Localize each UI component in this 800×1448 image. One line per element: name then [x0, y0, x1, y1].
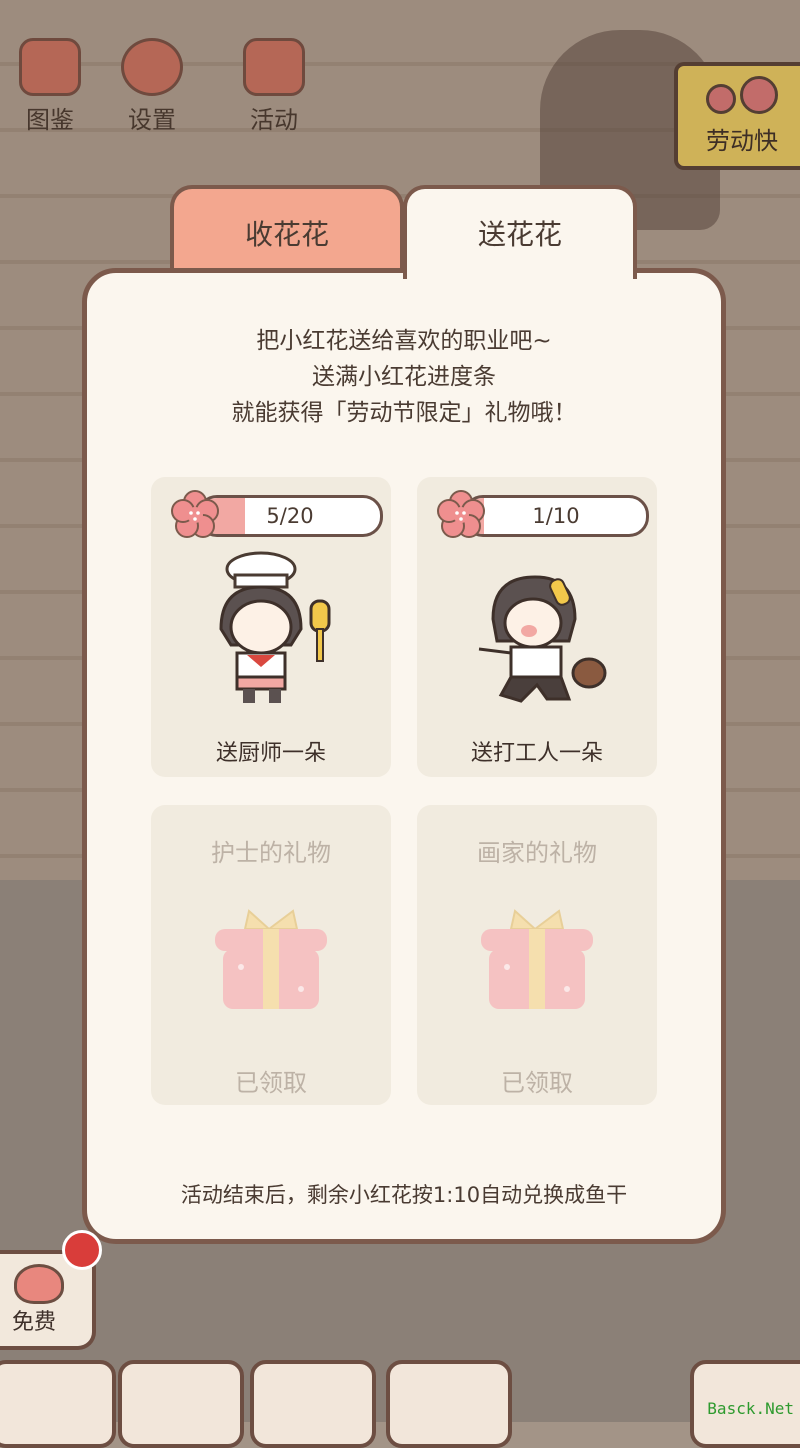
- intro-line-2: 送满小红花进度条: [312, 364, 496, 390]
- flower-icon: [171, 490, 219, 538]
- nurse-gift-card: 护士的礼物 已领取: [151, 805, 391, 1105]
- watermark: Basck.Net: [707, 1399, 794, 1418]
- tab-receive-flowers[interactable]: 收花花: [170, 185, 404, 279]
- nurse-gift-status: 已领取: [235, 1069, 307, 1097]
- chef-character-icon: [219, 551, 331, 703]
- chef-progress-text: 5/20: [266, 504, 314, 528]
- send-flowers-panel: 把小红花送给喜欢的职业吧~ 送满小红花进度条 就能获得「劳动节限定」礼物哦！ 5…: [82, 268, 726, 1244]
- toolbar-slot-2[interactable]: [118, 1360, 244, 1448]
- send-chef-card[interactable]: 5/20 送厨师一朵: [151, 477, 391, 777]
- painter-gift-card: 画家的礼物 已领取: [417, 805, 657, 1105]
- heart-icon: [14, 1264, 64, 1304]
- send-worker-label: 送打工人一朵: [470, 741, 603, 766]
- send-chef-label: 送厨师一朵: [215, 741, 326, 766]
- painter-gift-status: 已领取: [501, 1069, 573, 1097]
- send-worker-card[interactable]: 1/10 送打工人一朵: [417, 477, 657, 777]
- chef-progress-bar: 5/20: [197, 495, 383, 537]
- nurse-gift-title: 护士的礼物: [211, 839, 331, 867]
- tab-send-flowers[interactable]: 送花花: [403, 185, 637, 279]
- toolbar-slot-4[interactable]: [386, 1360, 512, 1448]
- worker-character-icon: [478, 575, 607, 703]
- worker-progress-bar: 1/10: [463, 495, 649, 537]
- gift-box-icon: [215, 909, 327, 1009]
- flower-icon: [437, 490, 485, 538]
- toolbar-slot-1[interactable]: [0, 1360, 116, 1448]
- toolbar-slot-3[interactable]: [250, 1360, 376, 1448]
- intro-line-1: 把小红花送给喜欢的职业吧~: [256, 328, 552, 354]
- exchange-note: 活动结束后，剩余小红花按1:10自动兑换成鱼干: [180, 1183, 628, 1207]
- painter-gift-title: 画家的礼物: [477, 839, 597, 867]
- gift-box-icon: [481, 909, 593, 1009]
- free-label: 免费: [12, 1310, 57, 1335]
- bottom-toolbar: [0, 1360, 800, 1448]
- worker-progress-text: 1/10: [532, 504, 580, 528]
- notification-dot: [62, 1230, 102, 1270]
- intro-line-3: 就能获得「劳动节限定」礼物哦！: [231, 400, 577, 426]
- intro-text: 把小红花送给喜欢的职业吧~ 送满小红花进度条 就能获得「劳动节限定」礼物哦！: [87, 323, 721, 431]
